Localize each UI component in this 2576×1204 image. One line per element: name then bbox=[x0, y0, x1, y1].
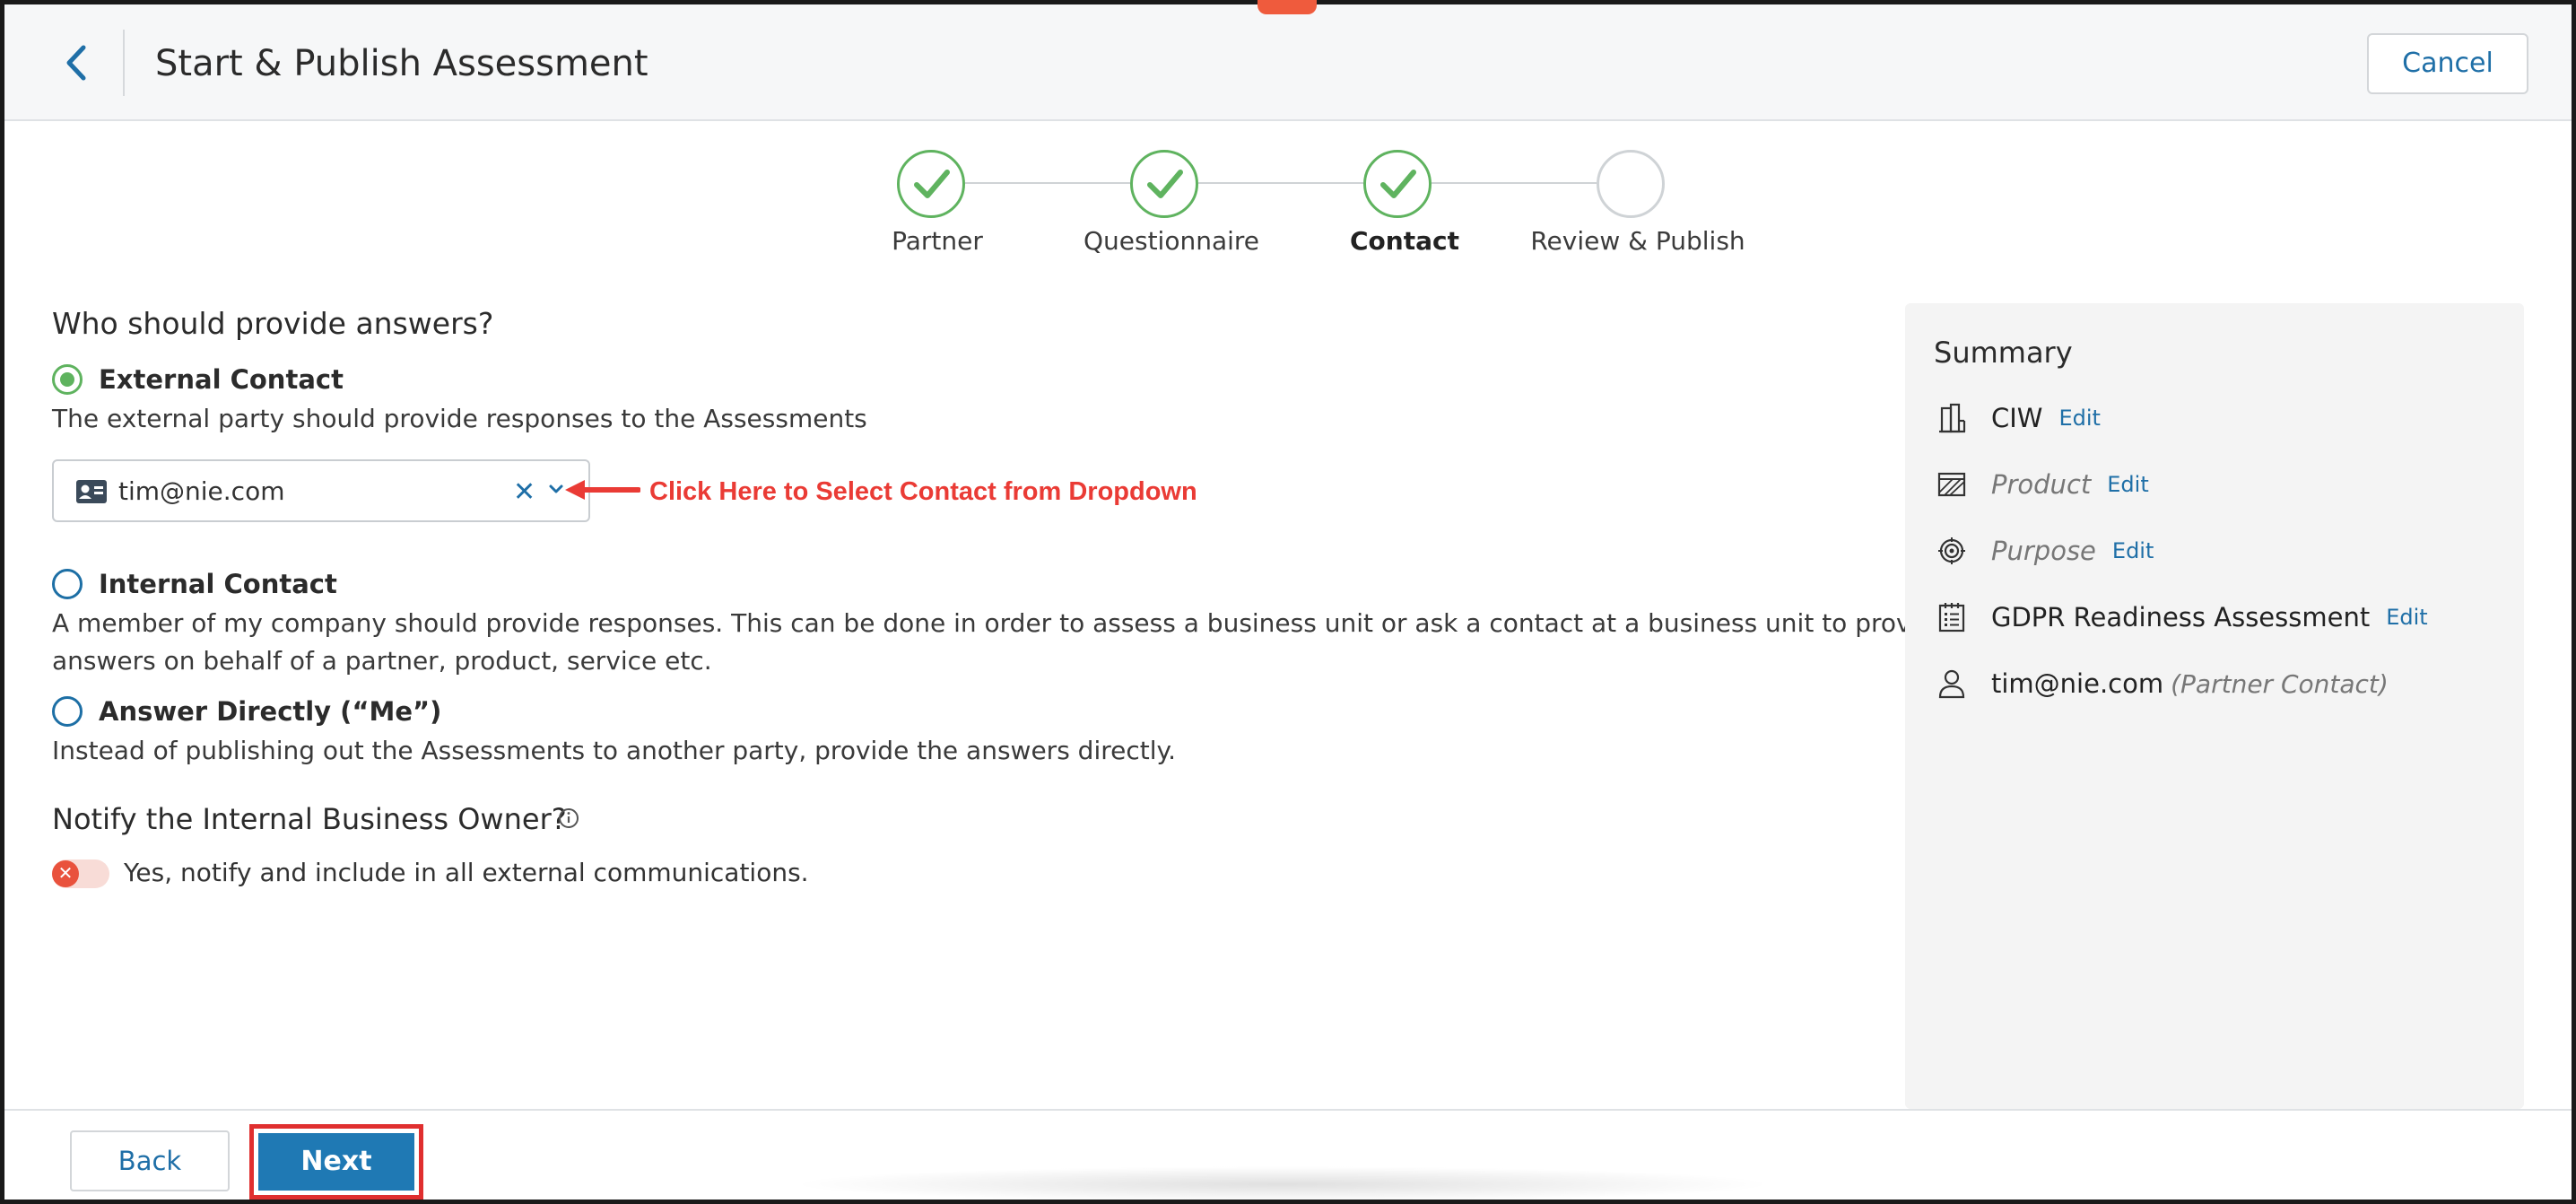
stepper-connector bbox=[965, 182, 1130, 184]
summary-contact-role: (Partner Contact) bbox=[2171, 668, 2389, 699]
summary-panel: Summary CIW Edit Product Edit Purpose Ed… bbox=[1905, 303, 2524, 1109]
step-label-review: Review & Publish bbox=[1530, 226, 1745, 256]
notify-title: Notify the Internal Business Owner? bbox=[52, 802, 567, 836]
option-desc-external: The external party should provide respon… bbox=[52, 404, 867, 433]
contact-value: tim@nie.com bbox=[118, 476, 285, 506]
stepper-connector bbox=[1198, 182, 1363, 184]
close-icon[interactable]: ✕ bbox=[513, 477, 535, 508]
summary-row-purpose: Purpose Edit bbox=[1934, 531, 2154, 571]
info-icon[interactable] bbox=[558, 807, 579, 829]
check-icon bbox=[914, 170, 950, 198]
notify-toggle[interactable]: ✕ bbox=[52, 859, 109, 888]
step-label-partner: Partner bbox=[892, 226, 983, 256]
contact-dropdown[interactable]: tim@nie.com ✕ bbox=[52, 459, 590, 522]
step-contact-circle[interactable] bbox=[1363, 150, 1432, 218]
step-questionnaire-circle[interactable] bbox=[1130, 150, 1198, 218]
footer-shadow bbox=[789, 1166, 1776, 1202]
page-header: Start & Publish Assessment Cancel bbox=[4, 4, 2572, 121]
target-icon bbox=[1934, 533, 1970, 569]
notify-toggle-label: Yes, notify and include in all external … bbox=[124, 858, 809, 887]
summary-partner-name: CIW bbox=[1991, 403, 2043, 433]
summary-product: Product bbox=[1991, 469, 2092, 500]
top-handle-tab[interactable] bbox=[1258, 0, 1317, 14]
summary-purpose: Purpose bbox=[1991, 536, 2096, 566]
option-label-internal: Internal Contact bbox=[99, 569, 337, 599]
summary-row-contact: tim@nie.com (Partner Contact) bbox=[1934, 664, 2389, 703]
check-icon bbox=[1147, 170, 1183, 198]
summary-title: Summary bbox=[1934, 336, 2073, 370]
summary-questionnaire: GDPR Readiness Assessment bbox=[1991, 602, 2371, 633]
summary-row-questionnaire: GDPR Readiness Assessment Edit bbox=[1934, 598, 2428, 637]
option-label-direct: Answer Directly (“Me”) bbox=[99, 696, 442, 727]
option-desc-internal-line2: answers on behalf of a partner, product,… bbox=[52, 646, 712, 676]
product-icon bbox=[1934, 467, 1970, 502]
cancel-button[interactable]: Cancel bbox=[2367, 33, 2528, 94]
summary-row-partner: CIW Edit bbox=[1934, 398, 2101, 438]
close-icon: ✕ bbox=[52, 860, 79, 887]
stepper-connector bbox=[1432, 182, 1597, 184]
option-desc-direct: Instead of publishing out the Assessment… bbox=[52, 736, 1176, 765]
step-review-circle[interactable] bbox=[1597, 150, 1665, 218]
contact-card-icon bbox=[76, 480, 107, 503]
option-label-external: External Contact bbox=[99, 364, 344, 395]
chevron-down-icon[interactable] bbox=[547, 483, 565, 495]
radio-answer-directly[interactable] bbox=[52, 696, 83, 727]
person-icon bbox=[1934, 666, 1970, 702]
check-icon bbox=[1380, 170, 1416, 198]
radio-internal-contact[interactable] bbox=[52, 569, 83, 599]
building-icon bbox=[1934, 400, 1970, 436]
annotation-text: Click Here to Select Contact from Dropdo… bbox=[649, 477, 1197, 506]
annotation-arrow-icon bbox=[565, 480, 640, 500]
back-chevron-icon[interactable] bbox=[60, 42, 94, 83]
step-label-contact: Contact bbox=[1350, 226, 1459, 256]
header-divider bbox=[123, 30, 125, 96]
radio-external-contact[interactable] bbox=[52, 364, 83, 395]
next-button[interactable]: Next bbox=[258, 1133, 414, 1191]
step-label-questionnaire: Questionnaire bbox=[1083, 226, 1260, 256]
edit-purpose-link[interactable]: Edit bbox=[2112, 538, 2154, 563]
edit-product-link[interactable]: Edit bbox=[2107, 472, 2148, 497]
step-partner-circle[interactable] bbox=[897, 150, 965, 218]
back-button[interactable]: Back bbox=[70, 1130, 230, 1191]
edit-questionnaire-link[interactable]: Edit bbox=[2386, 605, 2427, 630]
summary-contact-email: tim@nie.com bbox=[1991, 668, 2164, 699]
checklist-icon bbox=[1934, 599, 1970, 635]
option-desc-internal-line1: A member of my company should provide re… bbox=[52, 608, 1950, 638]
section-question: Who should provide answers? bbox=[52, 306, 494, 341]
summary-row-product: Product Edit bbox=[1934, 465, 2149, 504]
edit-partner-link[interactable]: Edit bbox=[2058, 406, 2100, 431]
page-title: Start & Publish Assessment bbox=[155, 43, 648, 84]
